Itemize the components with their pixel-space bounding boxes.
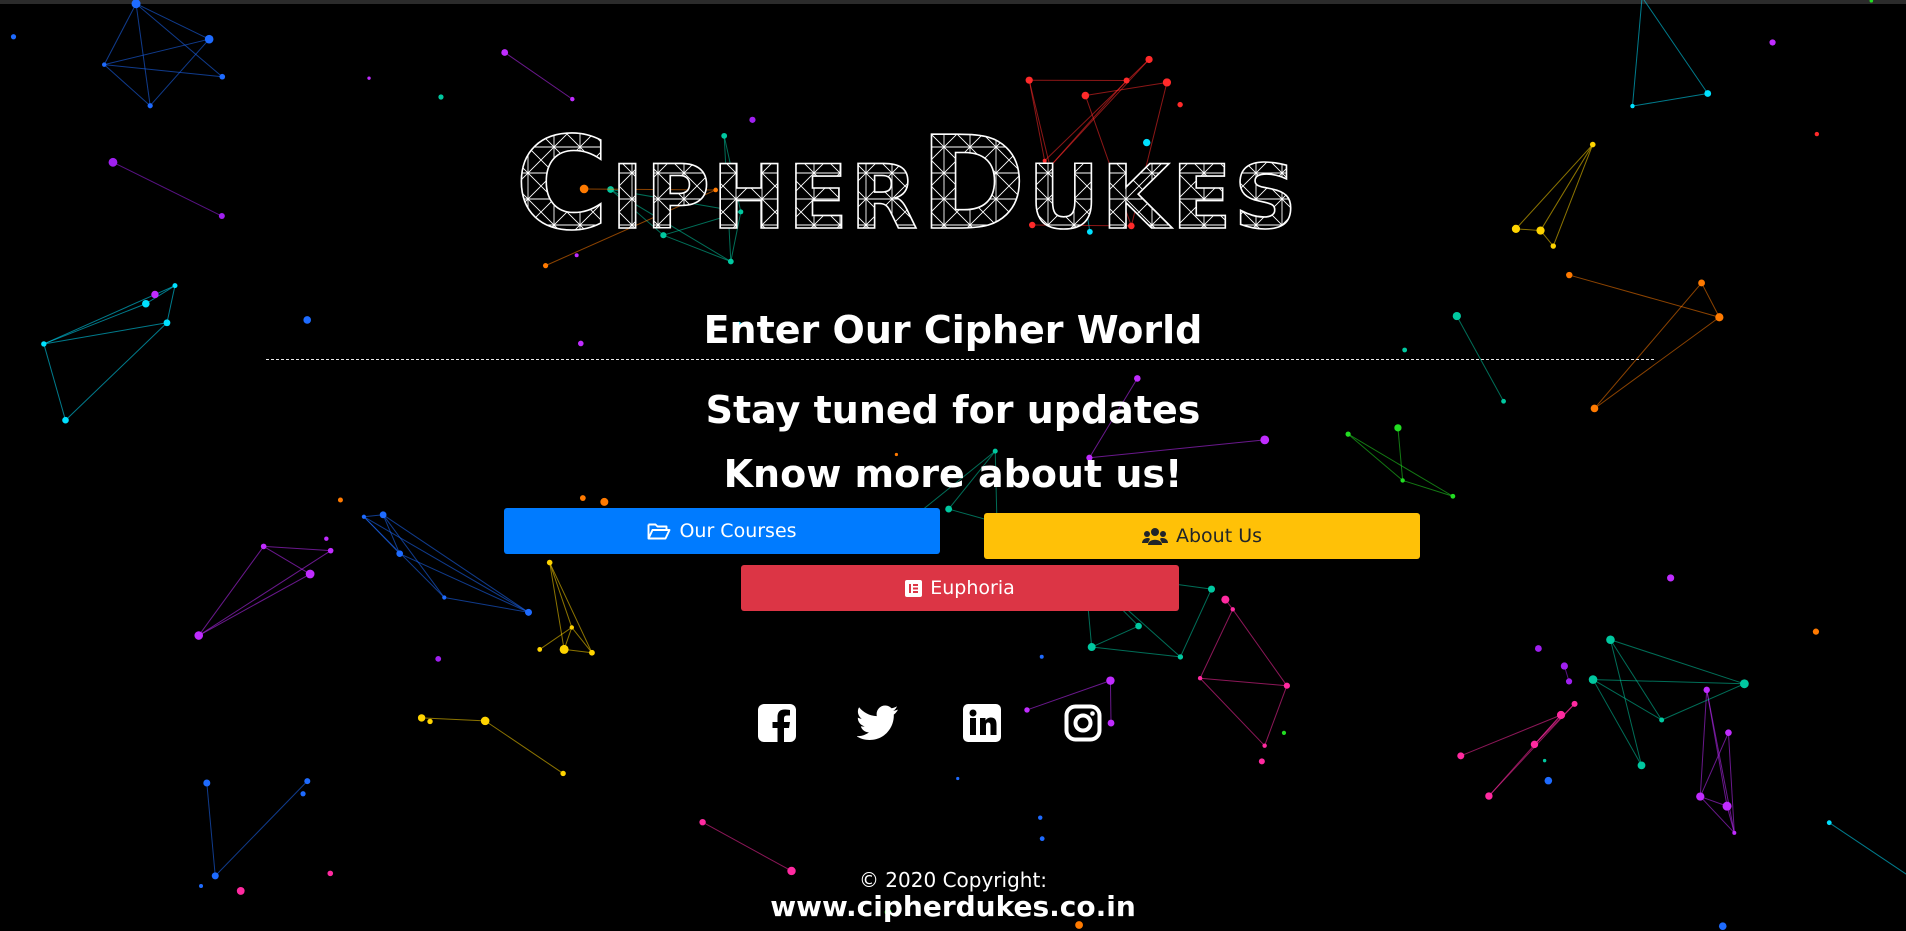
our-courses-button[interactable]: Our Courses	[504, 508, 940, 554]
facebook-link[interactable]	[756, 702, 798, 744]
know-more-heading: Know more about us!	[723, 452, 1183, 496]
linkedin-icon	[963, 704, 1001, 742]
facebook-icon	[758, 704, 796, 742]
copyright-text: © 2020 Copyright:	[858, 868, 1048, 892]
euphoria-button[interactable]: Euphoria	[741, 565, 1179, 611]
about-us-button[interactable]: About Us	[984, 513, 1420, 559]
users-icon	[1141, 527, 1168, 545]
instagram-link[interactable]	[1062, 702, 1104, 744]
euphoria-label: Euphoria	[930, 577, 1015, 599]
enter-heading: Enter Our Cipher World	[703, 308, 1203, 352]
our-courses-label: Our Courses	[679, 520, 797, 542]
landing-page: CIPHERDUKES Enter Our Cipher World Stay …	[0, 0, 1906, 931]
stay-tuned-heading: Stay tuned for updates	[705, 388, 1201, 432]
twitter-icon	[857, 705, 899, 741]
about-us-label: About Us	[1175, 525, 1263, 547]
svg-text:CIPHERDUKES: CIPHERDUKES	[515, 110, 1299, 259]
elementor-icon	[905, 579, 923, 597]
instagram-icon	[1064, 704, 1102, 742]
folder-open-icon	[647, 522, 671, 541]
cipherdukes-logo: CIPHERDUKES	[514, 108, 1407, 260]
linkedin-link[interactable]	[961, 702, 1003, 744]
website-link[interactable]: www.cipherdukes.co.in	[0, 890, 1906, 923]
twitter-link[interactable]	[857, 702, 899, 744]
dashed-divider	[266, 359, 1654, 360]
